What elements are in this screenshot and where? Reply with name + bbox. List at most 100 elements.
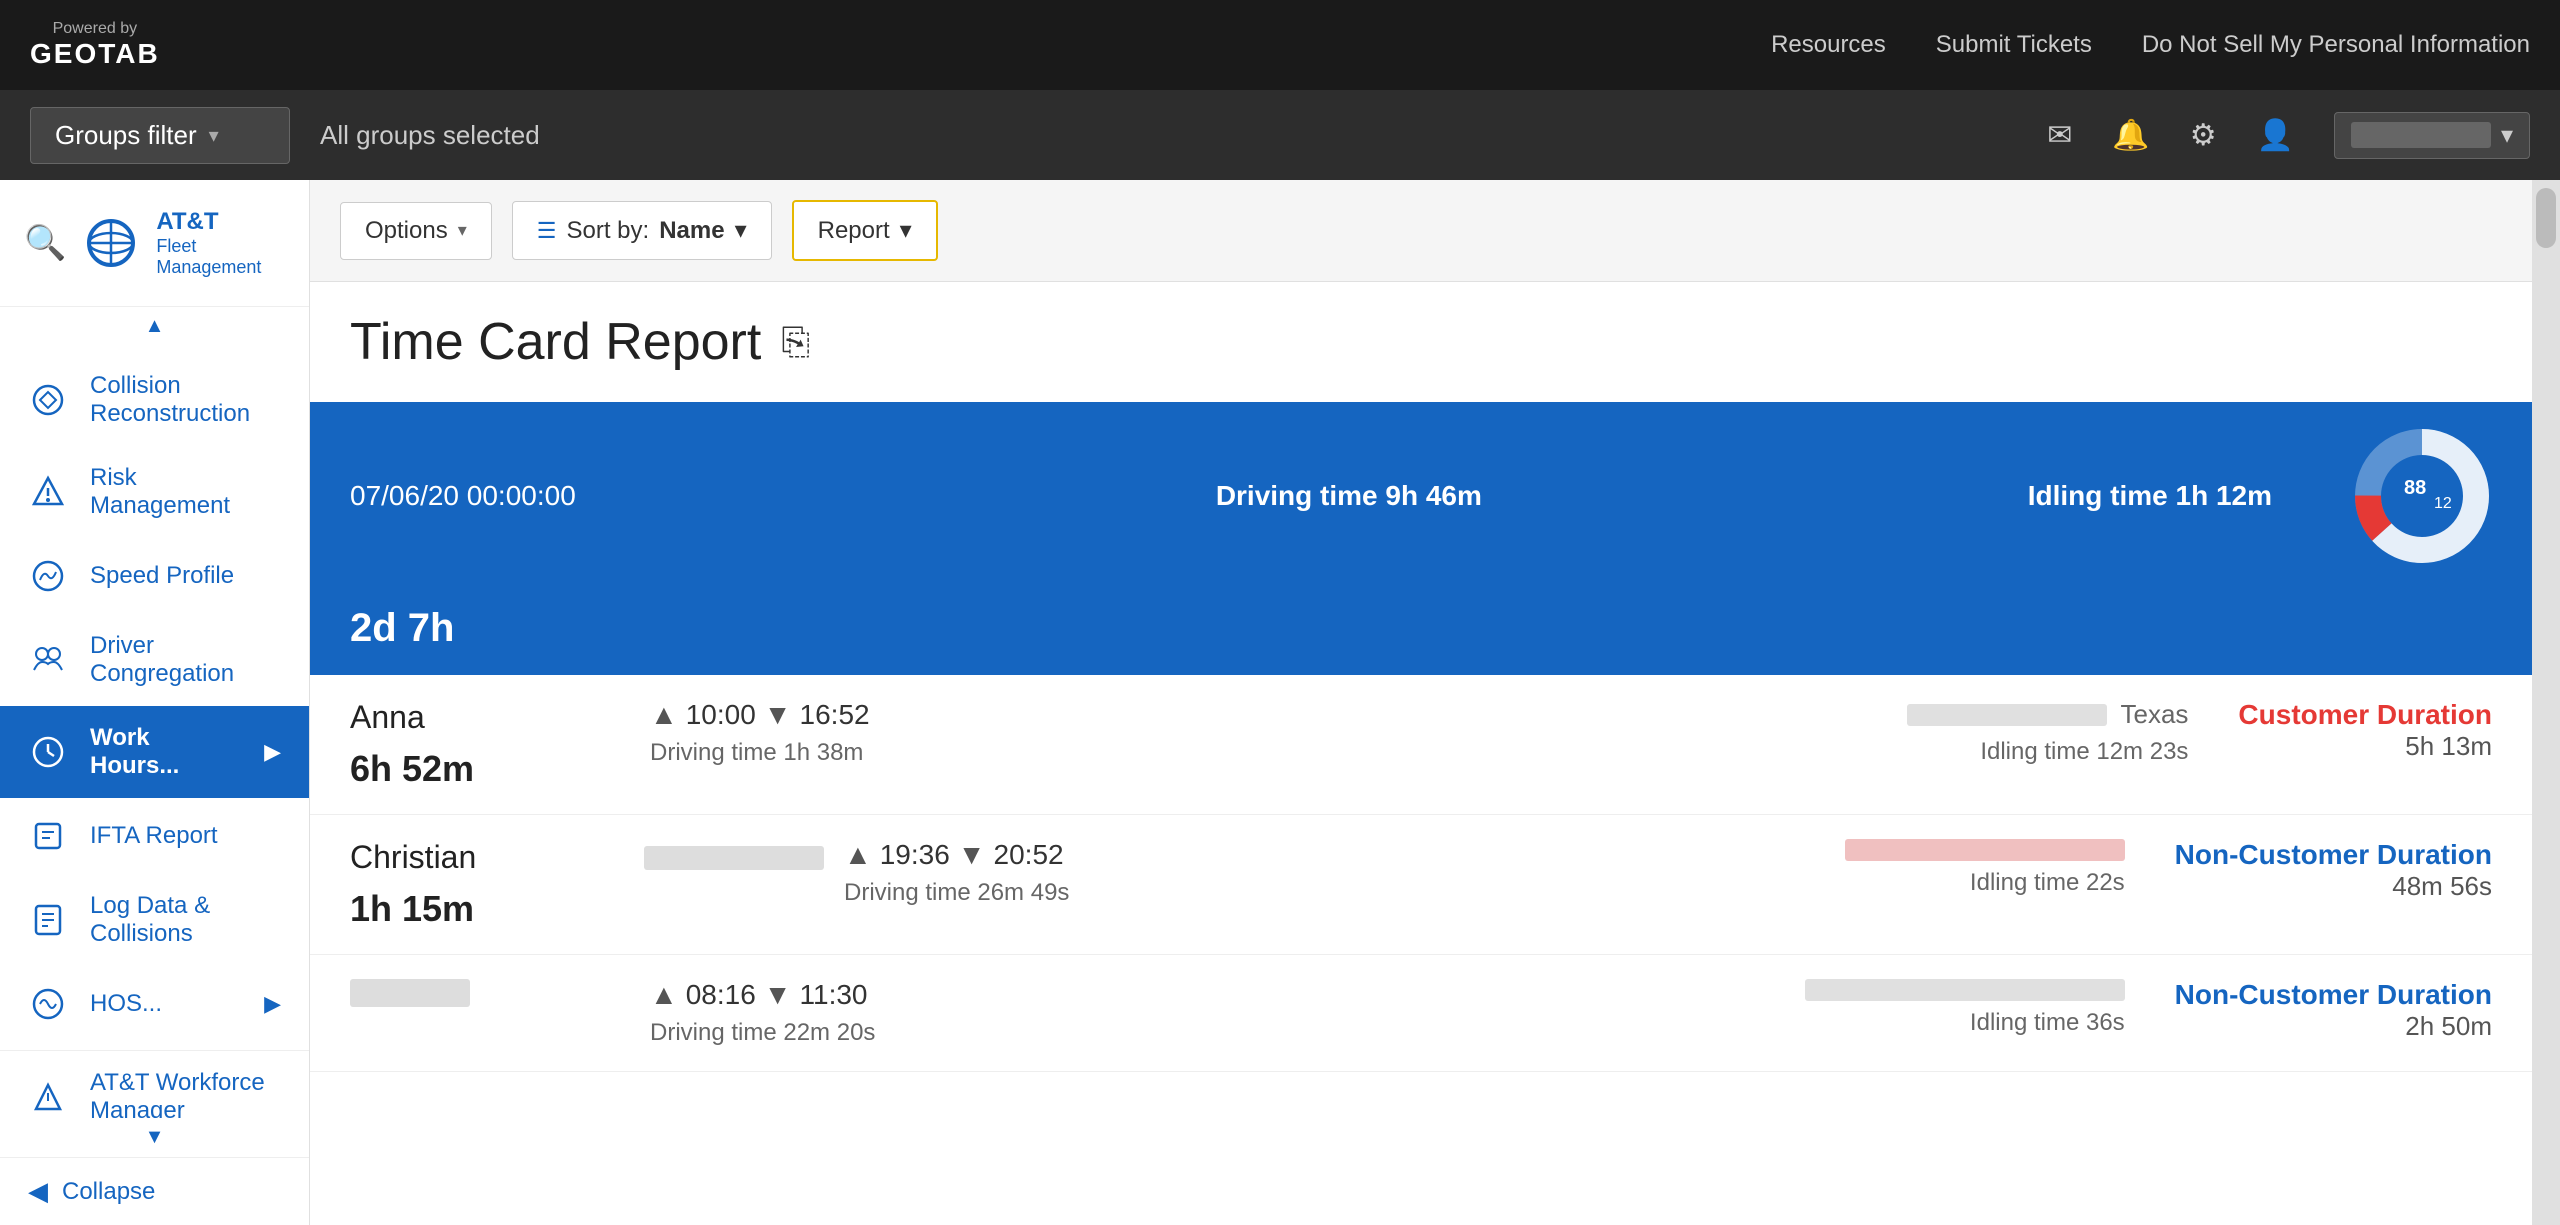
sidebar-item-label-ifta: IFTA Report (90, 822, 281, 850)
down-arrow-icon: ▼ (764, 699, 792, 731)
christian-time-range: ▲ 19:36 ▼ 20:52 (844, 839, 1705, 871)
report-button[interactable]: Report ▾ (792, 200, 938, 261)
driver-section-christian: Christian 1h 15m ▲ 19:36 ▼ 20:52 Driving… (310, 815, 2532, 955)
submit-tickets-link[interactable]: Submit Tickets (1936, 31, 2092, 59)
settings-icon-button[interactable]: ⚙ (2190, 118, 2217, 153)
anna-location-bar (1907, 704, 2107, 726)
search-icon[interactable]: 🔍 (24, 223, 66, 263)
christian-time-end: 20:52 (994, 839, 1064, 871)
anna-time-range: ▲ 10:00 ▼ 16:52 (650, 699, 1768, 731)
sidebar-item-label-workforce: AT&T Workforce Manager (90, 1069, 281, 1118)
scroll-thumb[interactable] (2536, 188, 2556, 248)
groups-filter-button[interactable]: Groups filter ▾ (30, 107, 290, 164)
user-icon-button[interactable]: 👤 (2257, 118, 2294, 153)
driver-name-christian: Christian (350, 839, 630, 876)
report-arrow-icon: ▾ (900, 216, 912, 245)
groups-filter-label: Groups filter (55, 120, 197, 151)
driver-row-unknown: ▲ 08:16 ▼ 11:30 Driving time 22m 20s Idl… (350, 979, 2492, 1047)
user-name-blurred (2351, 122, 2491, 148)
unknown-name-area (350, 979, 630, 1014)
anna-time-end: 16:52 (800, 699, 870, 731)
unknown-name-blurred (350, 979, 470, 1007)
bell-icon-button[interactable]: 🔔 (2112, 118, 2149, 153)
sidebar-item-risk-management[interactable]: Risk Management (0, 446, 309, 538)
christian-duration: Non-Customer Duration 48m 56s (2145, 839, 2492, 902)
groups-selected-text: All groups selected (320, 120, 540, 151)
unknown-location-bar (1805, 979, 2125, 1001)
christian-idling-sub: Idling time 22s (1725, 869, 2125, 897)
unknown-driving-sub: Driving time 22m 20s (650, 1019, 1705, 1047)
sort-label: Sort by: (567, 217, 650, 245)
unknown-idling-sub: Idling time 36s (1725, 1009, 2125, 1037)
summary-period-row: 2d 7h (310, 590, 2532, 675)
ifta-icon (28, 816, 68, 856)
sidebar-item-label-hos: HOS... (90, 990, 242, 1018)
unknown-details: ▲ 08:16 ▼ 11:30 Driving time 22m 20s (650, 979, 1705, 1047)
christian-time-start: 19:36 (880, 839, 950, 871)
driver-row-anna: Anna 6h 52m ▲ 10:00 ▼ 16:52 Driving time… (350, 699, 2492, 790)
work-hours-icon (28, 732, 68, 772)
christian-name-row: Christian (350, 839, 824, 876)
header-icons: ✉ 🔔 ⚙ 👤 ▾ (2047, 112, 2530, 159)
resources-link[interactable]: Resources (1771, 31, 1886, 59)
top-nav-links: Resources Submit Tickets Do Not Sell My … (1771, 31, 2530, 59)
sidebar-item-work-hours[interactable]: Work Hours... ▶ (0, 706, 309, 798)
collapse-button[interactable]: ◀ Collapse (0, 1157, 309, 1225)
up-arrow-icon-3: ▲ (650, 979, 678, 1011)
sidebar-item-speed-profile[interactable]: Speed Profile (0, 538, 309, 614)
options-arrow-icon: ▾ (458, 220, 467, 241)
sidebar-item-hos[interactable]: HOS... ▶ (0, 966, 309, 1042)
christian-name-area: Christian 1h 15m (350, 839, 824, 930)
down-arrow-icon-3: ▼ (764, 979, 792, 1011)
sidebar-item-label-congregation: Driver Congregation (90, 632, 281, 688)
collapse-label: Collapse (62, 1178, 155, 1206)
report-title: Time Card Report (350, 312, 761, 372)
speed-profile-icon (28, 556, 68, 596)
sidebar-item-att-workforce[interactable]: AT&T Workforce Manager (0, 1050, 309, 1118)
christian-details: ▲ 19:36 ▼ 20:52 Driving time 26m 49s (844, 839, 1705, 907)
svg-text:12: 12 (2434, 495, 2452, 512)
geotab-brand-text: GEOTAB (30, 38, 160, 70)
driver-section-anna: Anna 6h 52m ▲ 10:00 ▼ 16:52 Driving time… (310, 675, 2532, 815)
report-label: Report (818, 217, 890, 245)
brand-name: AT&T (156, 208, 285, 236)
sidebar-item-log-data[interactable]: Log Data & Collisions (0, 874, 309, 966)
user-dropdown-button[interactable]: ▾ (2334, 112, 2530, 159)
donut-chart: 88 12 (2352, 426, 2492, 566)
do-not-sell-link[interactable]: Do Not Sell My Personal Information (2142, 31, 2530, 59)
powered-by-text: Powered by (53, 20, 138, 38)
bookmark-icon[interactable]: ⎘ (781, 321, 810, 364)
sidebar-item-collision-reconstruction[interactable]: Collision Reconstruction (0, 354, 309, 446)
sidebar-item-driver-congregation[interactable]: Driver Congregation (0, 614, 309, 706)
unknown-duration-value: 2h 50m (2175, 1011, 2492, 1042)
anna-duration-value: 5h 13m (2238, 731, 2492, 762)
brand-sub: Fleet Management (156, 236, 285, 278)
groups-filter-bar: Groups filter ▾ All groups selected ✉ 🔔 … (0, 90, 2560, 180)
summary-section: 07/06/20 00:00:00 Driving time 9h 46m Id… (310, 402, 2532, 675)
att-logo (86, 218, 136, 268)
options-button[interactable]: Options ▾ (340, 202, 492, 260)
logo-area: Powered by GEOTAB (30, 20, 160, 70)
sidebar: 🔍 AT&T Fleet Management ▲ Collis (0, 180, 310, 1225)
christian-location: Idling time 22s (1725, 839, 2125, 897)
driver-row-christian: Christian 1h 15m ▲ 19:36 ▼ 20:52 Driving… (350, 839, 2492, 930)
sidebar-item-label-risk: Risk Management (90, 464, 281, 520)
driver-total-anna: 6h 52m (350, 748, 630, 790)
hos-expand-arrow: ▶ (264, 991, 281, 1017)
svg-text:88: 88 (2404, 477, 2426, 499)
sidebar-item-ifta[interactable]: IFTA Report (0, 798, 309, 874)
driver-name-anna: Anna (350, 699, 630, 736)
christian-driving-sub: Driving time 26m 49s (844, 879, 1705, 907)
mail-icon-button[interactable]: ✉ (2047, 118, 2072, 153)
vertical-scrollbar[interactable] (2532, 180, 2560, 1225)
hos-icon (28, 984, 68, 1024)
anna-time-start: 10:00 (686, 699, 756, 731)
scroll-down-button[interactable]: ▼ (0, 1118, 309, 1157)
christian-duration-value: 48m 56s (2175, 871, 2492, 902)
scroll-up-button[interactable]: ▲ (0, 307, 309, 346)
up-arrow-icon: ▲ (650, 699, 678, 731)
sidebar-header: 🔍 AT&T Fleet Management (0, 180, 309, 307)
sort-button[interactable]: ☰ Sort by: Name ▾ (512, 201, 772, 260)
log-data-icon (28, 900, 68, 940)
report-content: Time Card Report ⎘ 07/06/20 00:00:00 Dri… (310, 282, 2532, 1225)
